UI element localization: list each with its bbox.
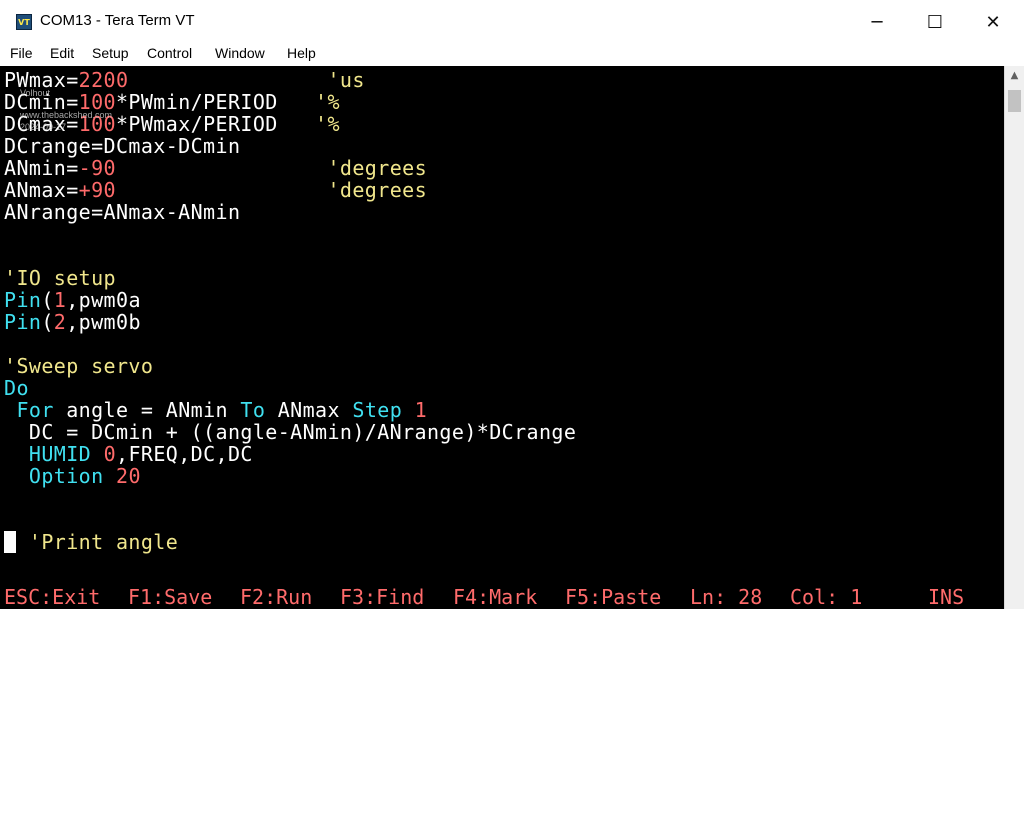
watermark-date: 2024-09-17 xyxy=(20,122,67,132)
code-token: ( xyxy=(41,288,54,312)
menu-control[interactable]: Control xyxy=(147,45,192,61)
code-token: +90 xyxy=(78,178,116,202)
code-line: ANrange=ANmax-ANmin xyxy=(4,201,240,223)
code-line: ANmin=-90 'degrees xyxy=(4,157,427,179)
code-token: '% xyxy=(315,112,340,136)
status-insert-mode: INS xyxy=(928,585,965,609)
code-token: 2 xyxy=(53,310,67,334)
code-line: Pin(2,pwm0b xyxy=(4,311,141,333)
code-line: Do xyxy=(4,377,29,399)
menu-bar: File Edit Setup Control Window Help xyxy=(0,44,1024,66)
code-token: Do xyxy=(4,376,29,400)
code-token: ( xyxy=(41,310,54,334)
status-f3-find: F3:Find xyxy=(340,585,425,609)
menu-setup[interactable]: Setup xyxy=(92,45,129,61)
code-token: 'IO setup xyxy=(4,266,116,290)
menu-help[interactable]: Help xyxy=(287,45,316,61)
code-token: 'Print angle xyxy=(28,530,179,554)
code-token: ANmax xyxy=(265,398,353,422)
code-line: PWmax=2200 'us xyxy=(4,69,365,91)
maximize-button[interactable]: ☐ xyxy=(906,0,964,44)
status-column-number: Col: 1 xyxy=(790,585,863,609)
code-token: Pin xyxy=(4,288,42,312)
scrollbar-thumb[interactable] xyxy=(1008,90,1021,112)
code-token: ,FREQ,DC,DC xyxy=(116,442,253,466)
code-token: 1 xyxy=(53,288,67,312)
code-line: For angle = ANmin To ANmax Step 1 xyxy=(4,399,427,421)
code-token: 2200 xyxy=(78,68,129,92)
code-token: Pin xyxy=(4,310,42,334)
status-esc-exit: ESC:Exit xyxy=(4,585,101,609)
code-token: ANmax= xyxy=(4,178,79,202)
watermark-author: Volhout xyxy=(20,88,51,98)
status-line-number: Ln: 28 xyxy=(690,585,763,609)
code-token: 'Sweep servo xyxy=(4,354,154,378)
vertical-scrollbar[interactable]: ▲ xyxy=(1004,66,1024,609)
code-line: Pin(1,pwm0a xyxy=(4,289,141,311)
code-token: 1 xyxy=(414,398,428,422)
code-token: -90 xyxy=(78,156,116,180)
maximize-icon: ☐ xyxy=(926,11,944,33)
code-token: 0 xyxy=(103,442,117,466)
code-token: ANmin= xyxy=(4,156,79,180)
code-token: 'degrees xyxy=(327,178,428,202)
code-token: ANrange=ANmax-ANmin xyxy=(4,200,241,224)
menu-file[interactable]: File xyxy=(10,45,33,61)
code-token: Step xyxy=(352,398,403,422)
code-token: DCrange=DCmax-DCmin xyxy=(4,134,241,158)
code-line: DC = DCmin + ((angle-ANmin)/ANrange)*DCr… xyxy=(4,421,576,443)
status-f2-run: F2:Run xyxy=(240,585,313,609)
code-line: HUMID 0,FREQ,DC,DC xyxy=(4,443,253,465)
code-line: 'IO setup xyxy=(4,267,116,289)
minimize-button[interactable]: ─ xyxy=(848,0,906,44)
code-line: 'Print angle xyxy=(4,531,178,553)
editor-status-bar: ESC:Exit F1:Save F2:Run F3:Find F4:Mark … xyxy=(0,585,1004,609)
status-f5-paste: F5:Paste xyxy=(565,585,662,609)
code-token: For xyxy=(16,398,54,422)
code-token: '% xyxy=(315,90,340,114)
code-token: 'us xyxy=(327,68,365,92)
status-f1-save: F1:Save xyxy=(128,585,213,609)
scroll-up-arrow-icon[interactable]: ▲ xyxy=(1005,70,1024,88)
window-title: COM13 - Tera Term VT xyxy=(40,12,195,29)
minimize-icon: ─ xyxy=(871,11,883,33)
close-button[interactable]: ✕ xyxy=(964,0,1022,44)
code-line: ANmax=+90 'degrees xyxy=(4,179,427,201)
code-line: Option 20 xyxy=(4,465,141,487)
code-token: 20 xyxy=(116,464,141,488)
code-token: ,pwm0a xyxy=(66,288,141,312)
code-line: 'Sweep servo xyxy=(4,355,153,377)
code-token: DC = DCmin + ((angle-ANmin)/ANrange)*DCr… xyxy=(4,420,577,444)
text-cursor xyxy=(4,531,16,553)
code-token: *PWmin/PERIOD xyxy=(115,90,316,114)
code-line: DCrange=DCmax-DCmin xyxy=(4,135,240,157)
code-token: 'degrees xyxy=(327,156,428,180)
status-f4-mark: F4:Mark xyxy=(453,585,538,609)
code-token: Option xyxy=(28,464,104,488)
code-token: *PWmax/PERIOD xyxy=(115,112,316,136)
code-token: HUMID xyxy=(28,442,92,466)
code-token: angle = ANmin xyxy=(53,398,241,422)
menu-window[interactable]: Window xyxy=(215,45,265,61)
code-token: ,pwm0b xyxy=(66,310,141,334)
close-icon: ✕ xyxy=(985,11,1001,33)
menu-edit[interactable]: Edit xyxy=(50,45,74,61)
watermark-site: www.thebackshed.com xyxy=(20,110,113,120)
terminal-screen[interactable]: PWmax=2200 'us DCmin=100*PWmin/PERIOD '% D… xyxy=(0,66,1004,609)
code-token: To xyxy=(240,398,266,422)
teraterm-vt-icon: VT xyxy=(16,14,32,30)
title-bar[interactable]: VT COM13 - Tera Term VT ─ ☐ ✕ xyxy=(0,0,1024,44)
